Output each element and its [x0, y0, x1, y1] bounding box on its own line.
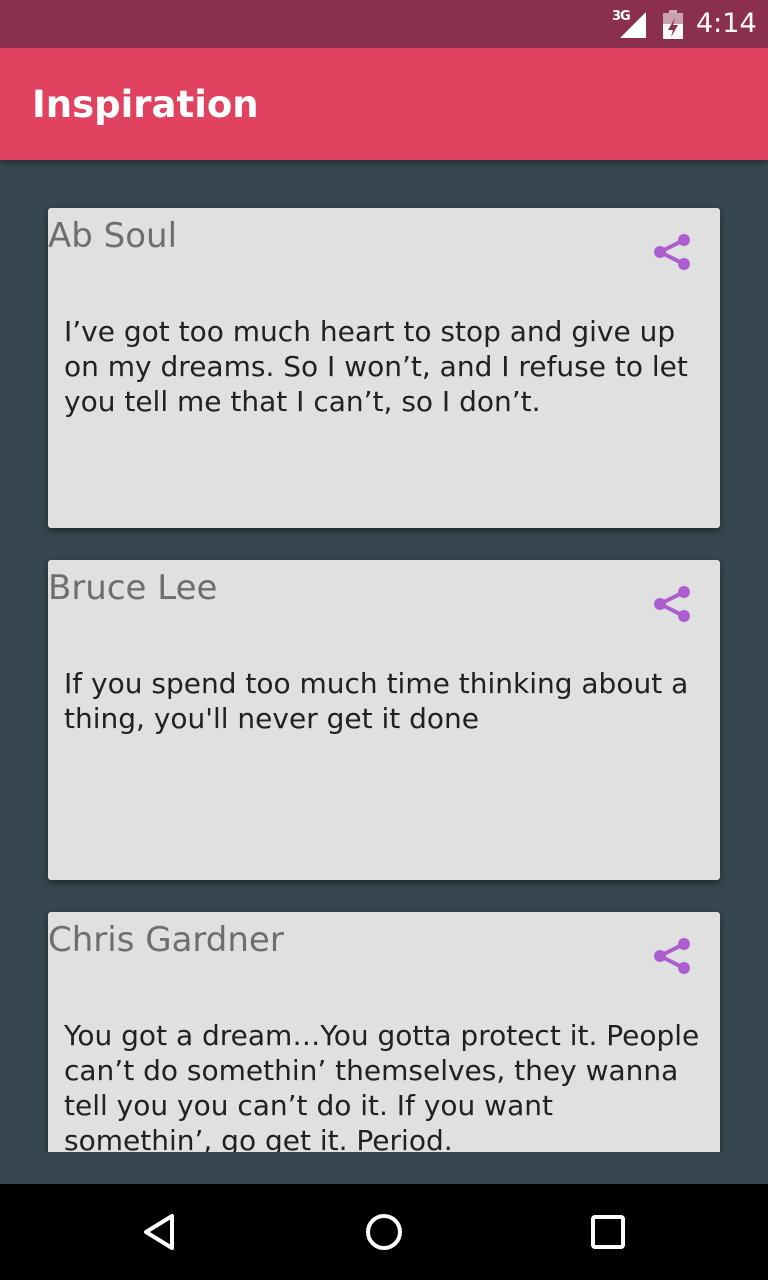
status-bar: 3G 4:14 — [0, 0, 768, 48]
signal-icon — [620, 12, 646, 38]
quote-text: If you spend too much time thinking abou… — [64, 667, 689, 735]
quote-text: I’ve got too much heart to stop and give… — [64, 315, 688, 418]
quote-author: Chris Gardner — [48, 920, 284, 960]
quote-author: Bruce Lee — [48, 568, 218, 608]
quote-card[interactable]: Bruce Lee If you spend too much time thi… — [48, 560, 720, 880]
recents-icon[interactable] — [584, 1208, 632, 1256]
quote-author: Ab Soul — [48, 216, 178, 256]
app-bar: Inspiration — [0, 48, 768, 160]
navigation-bar — [0, 1184, 768, 1280]
quote-list[interactable]: Ab Soul I’ve got too much heart to stop … — [0, 160, 768, 1152]
share-icon[interactable] — [648, 932, 696, 980]
share-icon[interactable] — [648, 228, 696, 276]
battery-icon — [663, 10, 683, 39]
share-icon[interactable] — [648, 580, 696, 628]
home-icon[interactable] — [360, 1208, 408, 1256]
back-icon[interactable] — [136, 1208, 184, 1256]
quote-card[interactable]: Ab Soul I’ve got too much heart to stop … — [48, 208, 720, 528]
app-title: Inspiration — [32, 83, 259, 126]
quote-card[interactable]: Chris Gardner You got a dream…You gotta … — [48, 912, 720, 1152]
status-clock: 4:14 — [696, 8, 757, 39]
quote-text: You got a dream…You gotta protect it. Pe… — [64, 1019, 700, 1152]
